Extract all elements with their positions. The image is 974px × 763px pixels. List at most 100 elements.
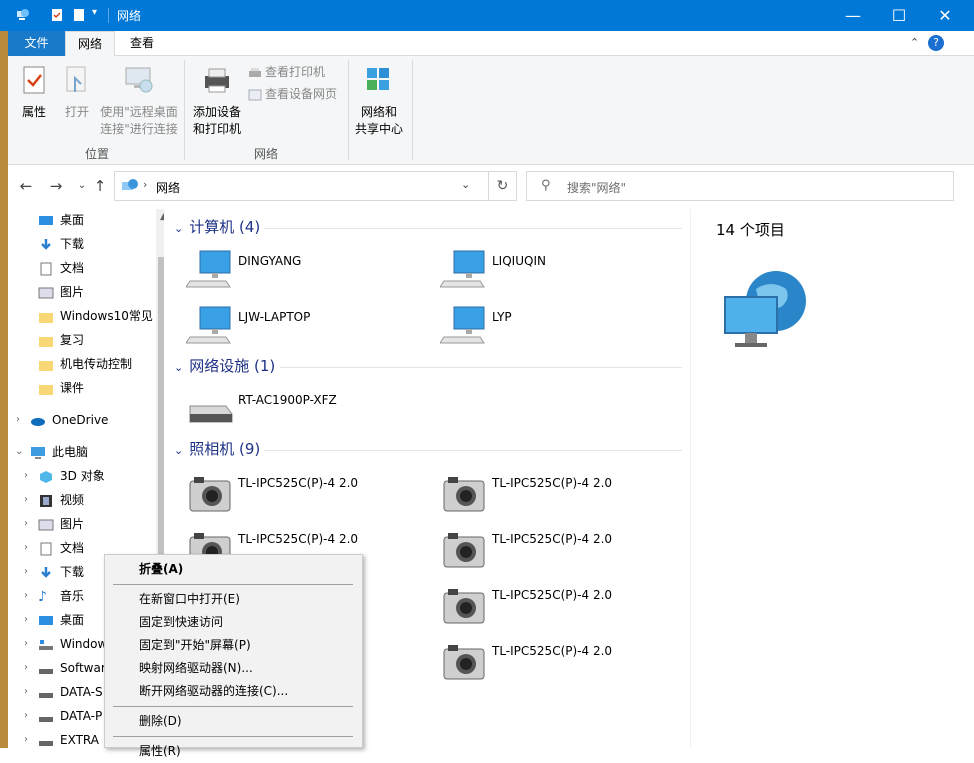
menu-item-map-drive[interactable]: 映射网络驱动器(N)... — [105, 657, 362, 680]
camera-name: TL-IPC525C(P)-4 2.0 — [492, 644, 613, 658]
tab-network[interactable]: 网络 — [65, 31, 115, 57]
nav-item-music[interactable]: ♪ 音乐 — [38, 585, 84, 607]
breadcrumb-chevron-icon[interactable]: › — [143, 178, 147, 191]
group-header-cameras[interactable]: ⌄ 照相机 (9) — [174, 439, 260, 459]
expand-chevron-icon[interactable]: › — [24, 710, 28, 721]
camera-tile[interactable]: TL-IPC525C(P)-4 2.0 — [186, 471, 426, 521]
view-device-webpage-label: 查看设备网页 — [265, 87, 338, 101]
forward-arrow-icon[interactable]: → — [46, 175, 66, 197]
nav-item-pictures[interactable]: 图片 — [38, 513, 84, 535]
expand-chevron-icon[interactable]: › — [24, 470, 28, 481]
open-button[interactable]: 打开 — [61, 64, 93, 121]
computer-tile[interactable]: LJW-LAPTOP — [186, 305, 426, 355]
webpage-icon — [248, 89, 262, 100]
search-input[interactable]: 搜索"网络" — [567, 179, 626, 196]
ribbon-separator — [348, 60, 349, 160]
ribbon-collapse-icon[interactable]: ⌃ — [910, 36, 919, 49]
collapse-chevron-icon[interactable]: ⌄ — [15, 446, 23, 457]
computer-icon — [31, 446, 45, 459]
nav-item-drive[interactable]: DATA-P — [38, 705, 102, 727]
properties-quick-icon[interactable] — [50, 8, 64, 22]
expand-chevron-icon[interactable]: › — [24, 734, 28, 745]
expand-chevron-icon[interactable]: › — [24, 638, 28, 649]
address-bar[interactable]: › 网络 ⌄ ↻ — [114, 171, 517, 201]
network-sharing-center-button[interactable]: 网络和 共享中心 — [354, 64, 404, 138]
nav-item-videos[interactable]: 视频 — [38, 489, 84, 511]
nav-item-folder[interactable]: Windows10常见 — [38, 305, 153, 327]
expand-chevron-icon[interactable]: › — [24, 494, 28, 505]
nav-item-desktop[interactable]: 桌面 — [38, 609, 84, 631]
camera-tile[interactable]: TL-IPC525C(P)-4 2.0 — [440, 471, 680, 521]
menu-item-disconnect-drive[interactable]: 断开网络驱动器的连接(C)... — [105, 680, 362, 703]
tab-view[interactable]: 查看 — [120, 31, 164, 56]
scroll-up-icon[interactable]: ▲ — [156, 209, 164, 225]
computer-tile[interactable]: LYP — [440, 305, 680, 355]
new-folder-quick-icon[interactable] — [72, 8, 86, 22]
expand-chevron-icon[interactable]: › — [24, 518, 28, 529]
nav-item-folder[interactable]: 机电传动控制 — [38, 353, 132, 375]
remote-desktop-button[interactable]: 使用"远程桌面 连接"进行连接 — [98, 64, 180, 138]
properties-button[interactable]: 属性 — [18, 64, 50, 121]
address-path[interactable]: 网络 — [156, 179, 180, 196]
camera-tile[interactable]: TL-IPC525C(P)-4 2.0 — [440, 639, 680, 689]
view-printers-button[interactable]: 查看打印机 — [248, 63, 325, 81]
expand-chevron-icon[interactable]: › — [24, 542, 28, 553]
group-header-network-infrastructure[interactable]: ⌄ 网络设施 (1) — [174, 356, 275, 376]
menu-item-properties[interactable]: 属性(R) — [105, 740, 362, 763]
nav-item-this-pc[interactable]: 此电脑 — [30, 441, 88, 463]
menu-item-pin-start[interactable]: 固定到"开始"屏幕(P) — [105, 634, 362, 657]
nav-item-label: 图片 — [60, 517, 85, 531]
minimize-button[interactable]: — — [830, 0, 876, 31]
nav-item-folder[interactable]: 课件 — [38, 377, 84, 399]
menu-item-collapse[interactable]: 折叠(A) — [105, 558, 362, 581]
computer-tile[interactable]: DINGYANG — [186, 249, 426, 299]
up-arrow-icon[interactable]: ↑ — [90, 175, 110, 197]
camera-name: TL-IPC525C(P)-4 2.0 — [238, 476, 359, 490]
refresh-icon[interactable]: ↻ — [488, 172, 516, 200]
add-device-button[interactable]: 添加设备 和打印机 — [192, 64, 242, 138]
tab-file[interactable]: 文件 — [8, 31, 65, 56]
expand-chevron-icon[interactable]: › — [24, 662, 28, 673]
camera-name: TL-IPC525C(P)-4 2.0 — [238, 532, 359, 546]
expand-chevron-icon[interactable]: › — [24, 590, 28, 601]
maximize-button[interactable]: ☐ — [876, 0, 922, 31]
nav-item-documents[interactable]: 文档 — [38, 537, 84, 559]
nav-item-drive[interactable]: EXTRA — [38, 729, 99, 748]
nav-item-drive[interactable]: DATA-S — [38, 681, 103, 703]
camera-name: TL-IPC525C(P)-4 2.0 — [492, 588, 613, 602]
recent-locations-icon[interactable]: ⌄ — [72, 175, 92, 197]
address-dropdown-icon[interactable]: ⌄ — [461, 178, 470, 191]
menu-item-delete[interactable]: 删除(D) — [105, 710, 362, 733]
nav-item-drive[interactable]: Windows — [38, 633, 114, 655]
nav-item-pictures[interactable]: 图片📌 — [38, 281, 164, 303]
nav-item-documents[interactable]: 文档📌 — [38, 257, 164, 279]
expand-chevron-icon[interactable]: › — [24, 686, 28, 697]
expand-chevron-icon[interactable]: › — [16, 414, 20, 425]
quick-access-toolbar-dropdown-icon[interactable]: ▾ — [92, 7, 97, 18]
nav-item-downloads[interactable]: 下载 — [38, 561, 84, 583]
menu-item-open-new-window[interactable]: 在新窗口中打开(E) — [105, 588, 362, 611]
nav-item-drive[interactable]: Software — [38, 657, 113, 679]
nav-item-3d-objects[interactable]: 3D 对象 — [38, 465, 105, 487]
expand-chevron-icon[interactable]: › — [24, 614, 28, 625]
menu-item-pin-quick-access[interactable]: 固定到快速访问 — [105, 611, 362, 634]
nav-item-desktop[interactable]: 桌面📌 — [38, 209, 164, 231]
view-device-webpage-button[interactable]: 查看设备网页 — [248, 85, 337, 103]
nav-item-downloads[interactable]: 下载📌 — [38, 233, 164, 255]
nav-item-folder[interactable]: 复习 — [38, 329, 84, 351]
nav-item-onedrive[interactable]: OneDrive — [30, 409, 108, 431]
ribbon-tab-bar: 文件 网络 查看 ⌃ ? — [8, 31, 974, 57]
back-arrow-icon[interactable]: ← — [16, 175, 36, 197]
camera-tile[interactable]: TL-IPC525C(P)-4 2.0 — [440, 583, 680, 633]
search-box[interactable]: ⚲ 搜索"网络" — [526, 171, 954, 201]
group-header-computers[interactable]: ⌄ 计算机 (4) — [174, 217, 260, 237]
computer-name: LYP — [492, 310, 512, 324]
view-printers-label: 查看打印机 — [265, 65, 326, 79]
help-icon[interactable]: ? — [928, 35, 944, 51]
camera-tile[interactable]: TL-IPC525C(P)-4 2.0 — [440, 527, 680, 577]
computer-tile[interactable]: LIQIUQIN — [440, 249, 680, 299]
expand-chevron-icon[interactable]: › — [24, 566, 28, 577]
add-device-label-2: 和打印机 — [192, 122, 241, 136]
router-tile[interactable]: RT-AC1900P-XFZ — [186, 388, 426, 438]
close-button[interactable]: ✕ — [922, 0, 968, 31]
